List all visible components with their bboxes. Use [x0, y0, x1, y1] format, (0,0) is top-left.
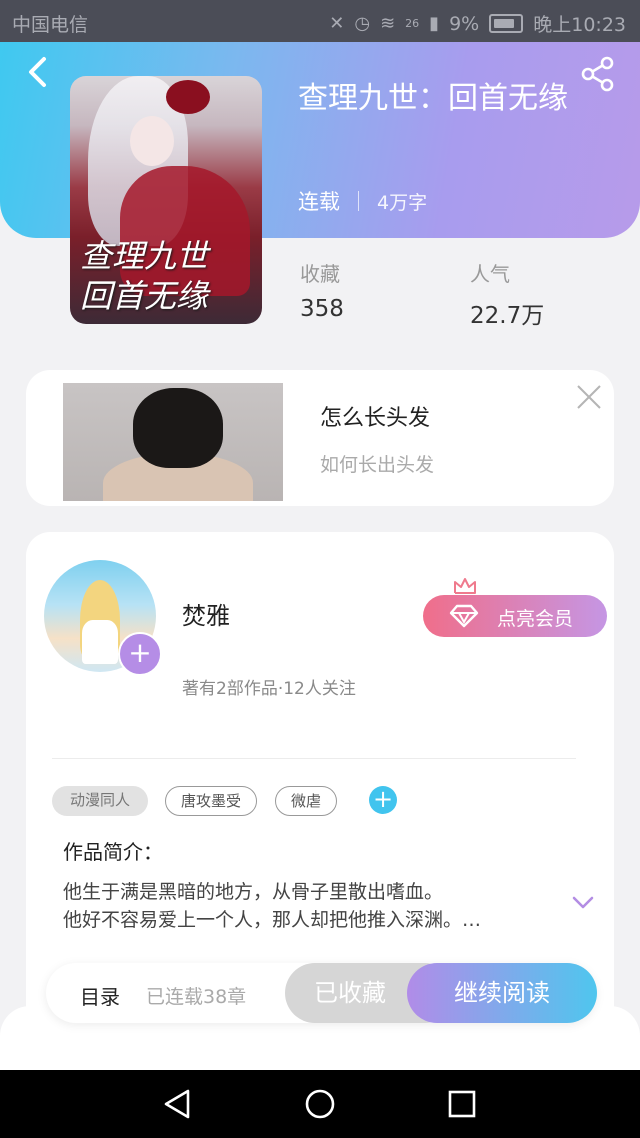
crown-icon [454, 578, 476, 594]
nav-back-icon[interactable] [162, 1088, 194, 1120]
battery-icon [489, 14, 524, 33]
continue-reading-button[interactable]: 继续阅读 [407, 963, 597, 1023]
tag-chip[interactable]: 唐攻墨受 [165, 786, 257, 816]
back-icon[interactable] [24, 56, 52, 88]
status-icons: ✕ ◷ ≋ 26 ▮ 9% 晚上10:23 [329, 10, 626, 37]
cover-art-face [130, 116, 174, 166]
book-title: 查理九世：回首无缘 [298, 81, 568, 116]
favorites-label: 收藏 [300, 262, 340, 286]
author-stats: 著有2部作品·12人关注 [182, 679, 356, 699]
ad-title[interactable]: 怎么长头发 [320, 400, 430, 432]
vip-button[interactable]: 点亮会员 [423, 595, 607, 637]
nav-recents-icon[interactable] [446, 1088, 478, 1120]
wifi-icon: ≋ [380, 13, 396, 34]
avatar-art-dress [82, 620, 118, 664]
ad-image[interactable] [63, 383, 283, 501]
ad-card[interactable]: 怎么长头发 如何长出头发 [26, 370, 614, 506]
nav-home-icon[interactable] [304, 1088, 336, 1120]
intro-text[interactable]: 他生于满是黑暗的地方，从骨子里散出嗜血。 他好不容易爱上一个人，那人却把他推入深… [63, 878, 543, 934]
chevron-down-icon[interactable] [572, 896, 594, 910]
serial-status: 连载 [298, 190, 340, 214]
intro-line-2: 他好不容易爱上一个人，那人却把他推入深渊。… [63, 909, 482, 931]
system-nav-bar [0, 1070, 640, 1138]
favorites-value: 358 [300, 296, 344, 322]
ad-image-hair [133, 388, 223, 468]
chapter-count: 已连载38章 [146, 986, 247, 1008]
mute-icon: ✕ [329, 13, 345, 34]
vip-button-label: 点亮会员 [497, 608, 574, 630]
status-bar: 中国电信 ✕ ◷ ≋ 26 ▮ 9% 晚上10:23 [0, 0, 640, 42]
alarm-icon: ◷ [354, 13, 371, 34]
meta-divider [358, 191, 359, 211]
tag-chip[interactable]: 动漫同人 [52, 786, 148, 816]
popularity-value: 22.7万 [470, 303, 545, 329]
tag-chip[interactable]: 微虐 [275, 786, 337, 816]
battery-percent: 9% [449, 12, 480, 35]
book-meta: 连载 4万字 [298, 186, 427, 216]
carrier-label: 中国电信 [12, 14, 89, 36]
diamond-icon [449, 604, 479, 628]
bottom-action-bar: 目录 已连载38章 已收藏 继续阅读 [46, 963, 597, 1023]
signal-icon: ▮ [429, 13, 440, 34]
divider [52, 758, 576, 759]
intro-label: 作品简介： [63, 840, 163, 864]
cover-title-text: 查理九世 回首无缘 [80, 237, 209, 315]
cover-art-rose [166, 80, 210, 114]
close-icon[interactable] [576, 384, 602, 410]
intro-line-1: 他生于满是黑暗的地方，从骨子里散出嗜血。 [63, 881, 444, 903]
clock: 晚上10:23 [533, 14, 626, 36]
follow-author-button[interactable]: + [118, 632, 162, 676]
ad-subtitle: 如何长出头发 [320, 454, 435, 476]
network-label: 26 [405, 17, 420, 30]
popularity-label: 人气 [470, 262, 510, 286]
add-tag-button[interactable]: + [369, 786, 397, 814]
author-name[interactable]: 焚雅 [182, 596, 230, 631]
book-cover[interactable]: 查理九世 回首无缘 [70, 76, 262, 324]
toc-button[interactable]: 目录 [80, 981, 120, 1010]
word-count: 4万字 [377, 191, 428, 214]
